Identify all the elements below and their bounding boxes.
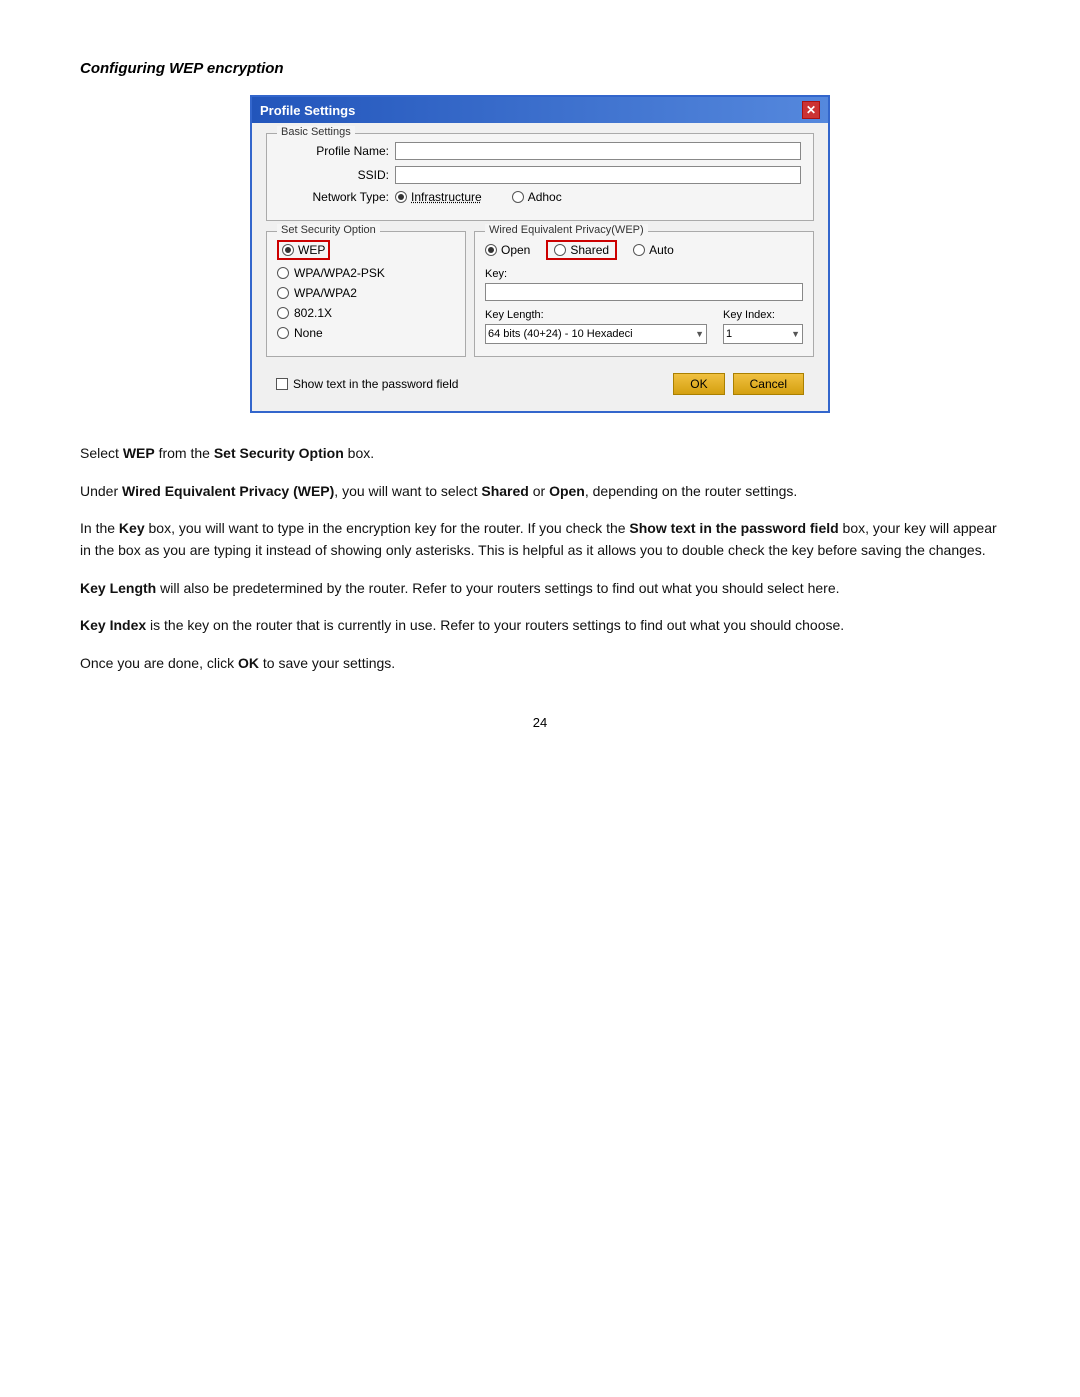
key-length-row: Key Length: 64 bits (40+24) - 10 Hexadec… [485, 309, 803, 344]
adhoc-label: Adhoc [528, 190, 562, 204]
key-length-value: 64 bits (40+24) - 10 Hexadeci [488, 328, 633, 340]
para2-bold-wep: Wired Equivalent Privacy (WEP) [122, 483, 334, 499]
key-index-group: Key Index: 1 ▼ [723, 309, 803, 344]
para1-bold-wep: WEP [123, 445, 155, 461]
ssid-label: SSID: [279, 168, 389, 182]
basic-settings-label: Basic Settings [277, 126, 355, 138]
key-length-group: Key Length: 64 bits (40+24) - 10 Hexadec… [485, 309, 707, 344]
para4-bold-keylength: Key Length [80, 580, 156, 596]
para2: Under Wired Equivalent Privacy (WEP), yo… [80, 481, 1000, 503]
para2-bold-open: Open [549, 483, 585, 499]
profile-name-label: Profile Name: [279, 144, 389, 158]
key-index-arrow: ▼ [791, 329, 800, 339]
profile-name-row: Profile Name: [279, 142, 801, 160]
key-length-dropdown[interactable]: 64 bits (40+24) - 10 Hexadeci ▼ [485, 324, 707, 344]
wep-radio-circle [282, 244, 294, 256]
para1-bold-security: Set Security Option [214, 445, 344, 461]
show-text-label: Show text in the password field [293, 377, 458, 391]
none-option[interactable]: None [277, 326, 455, 340]
key-index-dropdown[interactable]: 1 ▼ [723, 324, 803, 344]
page-heading: Configuring WEP encryption [80, 60, 1000, 77]
show-text-checkbox[interactable] [276, 378, 288, 390]
basic-settings-group: Basic Settings Profile Name: SSID: Netwo… [266, 133, 814, 221]
profile-settings-dialog: Profile Settings ✕ Basic Settings Profil… [250, 95, 830, 413]
key-length-arrow: ▼ [695, 329, 704, 339]
key-label: Key: [485, 268, 803, 280]
dialog-wrapper: Profile Settings ✕ Basic Settings Profil… [80, 95, 1000, 413]
para3-bold-key: Key [119, 520, 145, 536]
close-button[interactable]: ✕ [802, 101, 820, 119]
dialog-body: Basic Settings Profile Name: SSID: Netwo… [252, 123, 828, 411]
infrastructure-label: Infrastructure [411, 190, 482, 204]
show-text-row: Show text in the password field [276, 377, 458, 391]
adhoc-radio[interactable]: Adhoc [512, 190, 562, 204]
security-group-label: Set Security Option [277, 224, 380, 236]
wep-auth-row: Open Shared Auto [485, 240, 803, 260]
infrastructure-radio[interactable]: Infrastructure [395, 190, 482, 204]
para3-bold-show: Show text in the password field [629, 520, 838, 536]
wpa-psk-label: WPA/WPA2-PSK [294, 266, 385, 280]
para2-bold-shared: Shared [481, 483, 528, 499]
wpa-label: WPA/WPA2 [294, 286, 357, 300]
para1: Select WEP from the Set Security Option … [80, 443, 1000, 465]
open-radio-circle [485, 244, 497, 256]
security-group: Set Security Option WEP WPA/WPA2-PSK [266, 231, 466, 357]
8021x-option[interactable]: 802.1X [277, 306, 455, 320]
none-radio-circle [277, 327, 289, 339]
adhoc-radio-circle [512, 191, 524, 203]
key-input[interactable] [485, 283, 803, 301]
open-label: Open [501, 243, 530, 257]
infrastructure-radio-circle [395, 191, 407, 203]
auto-radio-circle [633, 244, 645, 256]
button-row: OK Cancel [673, 373, 804, 395]
dialog-title: Profile Settings [260, 103, 355, 118]
key-length-label: Key Length: [485, 309, 707, 321]
para3: In the Key box, you will want to type in… [80, 518, 1000, 561]
network-type-row: Network Type: Infrastructure Adhoc [279, 190, 801, 204]
para5-bold-keyindex: Key Index [80, 617, 146, 633]
wpa-psk-radio-circle [277, 267, 289, 279]
para6-bold-ok: OK [238, 655, 259, 671]
lower-section: Set Security Option WEP WPA/WPA2-PSK [266, 231, 814, 357]
auto-label: Auto [649, 243, 674, 257]
wpa-psk-option[interactable]: WPA/WPA2-PSK [277, 266, 455, 280]
wep-group-label: Wired Equivalent Privacy(WEP) [485, 224, 648, 236]
key-index-value: 1 [726, 328, 732, 340]
para4: Key Length will also be predetermined by… [80, 578, 1000, 600]
key-index-label: Key Index: [723, 309, 803, 321]
ok-button[interactable]: OK [673, 373, 724, 395]
open-radio[interactable]: Open [485, 243, 530, 257]
wpa-radio-circle [277, 287, 289, 299]
wpa-option[interactable]: WPA/WPA2 [277, 286, 455, 300]
auto-radio[interactable]: Auto [633, 243, 674, 257]
bottom-row: Show text in the password field OK Cance… [266, 367, 814, 397]
dialog-titlebar: Profile Settings ✕ [252, 97, 828, 123]
8021x-label: 802.1X [294, 306, 332, 320]
none-label: None [294, 326, 323, 340]
wep-option[interactable]: WEP [277, 240, 455, 260]
ssid-input[interactable] [395, 166, 801, 184]
shared-radio[interactable]: Shared [546, 240, 617, 260]
network-type-label: Network Type: [279, 190, 389, 204]
profile-name-input[interactable] [395, 142, 801, 160]
para6: Once you are done, click OK to save your… [80, 653, 1000, 675]
page-number: 24 [80, 715, 1000, 730]
8021x-radio-circle [277, 307, 289, 319]
wep-selected-box: WEP [277, 240, 330, 260]
shared-radio-circle [554, 244, 566, 256]
wep-label: WEP [298, 243, 325, 257]
cancel-button[interactable]: Cancel [733, 373, 804, 395]
ssid-row: SSID: [279, 166, 801, 184]
wep-group: Wired Equivalent Privacy(WEP) Open Share… [474, 231, 814, 357]
para5: Key Index is the key on the router that … [80, 615, 1000, 637]
shared-label: Shared [570, 243, 609, 257]
